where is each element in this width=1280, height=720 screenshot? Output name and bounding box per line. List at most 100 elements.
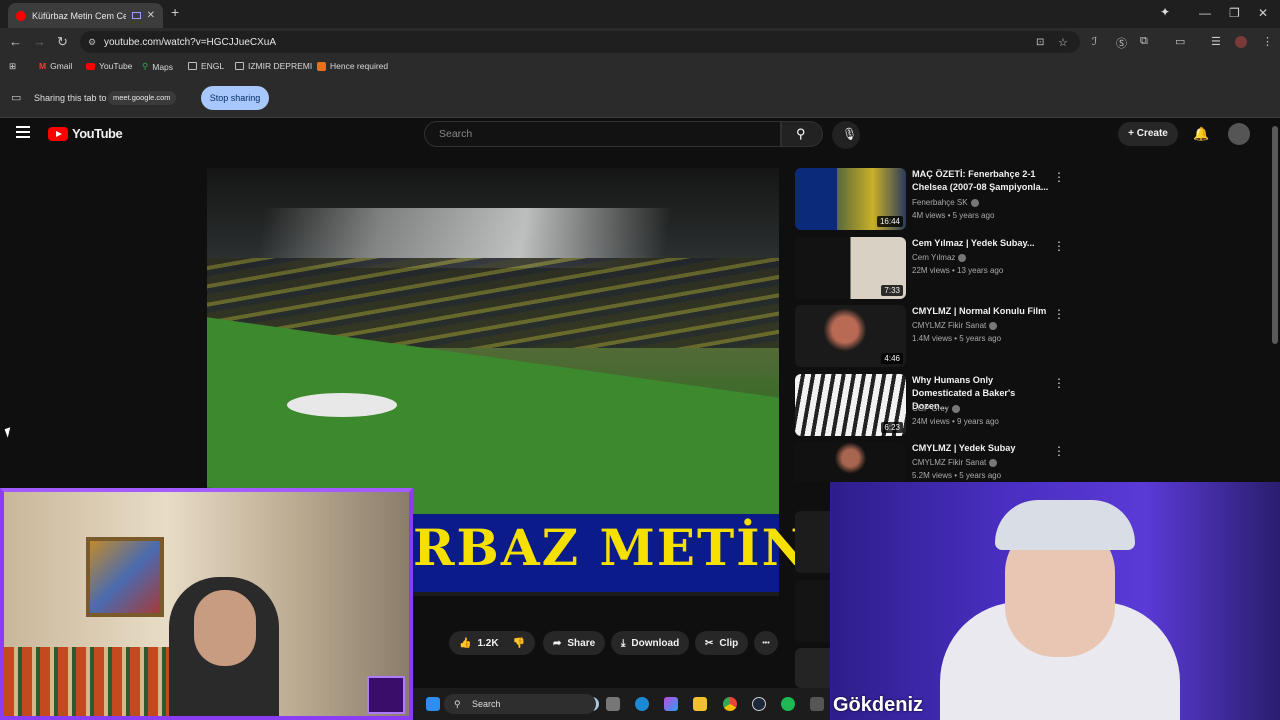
close-window-button[interactable]: ✕	[1258, 6, 1268, 20]
bookmark-folder-izmir[interactable]: IZMIR DEPREMI	[235, 61, 312, 71]
page-scrollbar[interactable]	[1272, 126, 1278, 344]
video-caption-text: RBAZ METİN	[413, 518, 810, 577]
profile-avatar-icon[interactable]	[1235, 36, 1247, 48]
stop-sharing-button[interactable]: Stop sharing	[201, 86, 269, 110]
dislike-button[interactable]: 👎	[513, 638, 525, 649]
recommendation-item[interactable]: 16:44 MAÇ ÖZETİ: Fenerbahçe 2-1 Chelsea …	[795, 168, 1075, 230]
url-text: youtube.com/watch?v=HGCJJueCXuA	[104, 36, 277, 48]
spotify-icon[interactable]	[781, 697, 795, 711]
channel-name[interactable]: Cem Yılmaz	[912, 253, 967, 262]
bookmark-folder-engl[interactable]: ENGL	[188, 61, 224, 71]
video-title[interactable]: Cem Yılmaz | Yedek Subay...	[912, 237, 1052, 250]
tab-title: Küfürbaz Metin Cem Cemin	[32, 10, 126, 21]
reload-icon[interactable]: ↻	[57, 34, 68, 50]
create-button[interactable]: + Create	[1118, 122, 1178, 146]
browser-toolbar: ← → ↻ ⚙ youtube.com/watch?v=HGCJJueCXuA …	[0, 28, 1280, 56]
channel-name[interactable]: CMYLMZ Fikir Sanat	[912, 458, 998, 467]
recommendation-item[interactable]: 6:23 Why Humans Only Domesticated a Bake…	[795, 374, 1075, 436]
maximize-button[interactable]: ❐	[1229, 6, 1240, 20]
video-thumbnail[interactable]	[795, 442, 906, 482]
bookmark-hence-required[interactable]: Hence required	[317, 61, 388, 71]
channel-label: CMYLMZ Fikir Sanat	[912, 458, 987, 467]
back-icon[interactable]: ←	[9, 34, 22, 49]
center-circle-ball-banner	[287, 393, 397, 417]
reading-list-icon[interactable]: ☰	[1211, 35, 1221, 48]
recommendation-item[interactable]: 7:33 Cem Yılmaz | Yedek Subay... Cem Yıl…	[795, 237, 1075, 299]
recommendation-item[interactable]: CMYLMZ | Yedek Subay CMYLMZ Fikir Sanat …	[795, 442, 1075, 482]
browser-tab[interactable]: Küfürbaz Metin Cem Cemin ✕	[8, 3, 163, 28]
windows-start-icon[interactable]	[426, 697, 440, 711]
video-thumbnail[interactable]: 7:33	[795, 237, 906, 299]
gemini-icon[interactable]: ✦	[1160, 5, 1170, 19]
voice-search-button[interactable]: 🎙	[832, 121, 860, 149]
share-button[interactable]: ➦ Share	[543, 631, 606, 655]
more-vert-icon[interactable]: ⋮	[1053, 444, 1065, 458]
more-vert-icon[interactable]: ⋮	[1053, 307, 1065, 321]
video-thumbnail[interactable]: 4:46	[795, 305, 906, 367]
channel-name[interactable]: CGP Grey	[912, 404, 960, 413]
video-meta: 4M views • 5 years ago	[912, 211, 995, 220]
taskbar-search-box[interactable]: ⚲ Search	[444, 694, 596, 714]
more-vert-icon[interactable]: ⋮	[1053, 239, 1065, 253]
account-avatar[interactable]	[1228, 123, 1250, 145]
app-icon[interactable]	[810, 697, 824, 711]
install-app-icon[interactable]: ⊡	[1036, 37, 1044, 48]
steam-icon[interactable]	[752, 697, 766, 711]
channel-name[interactable]: CMYLMZ Fikir Sanat	[912, 321, 998, 330]
video-duration: 4:46	[881, 353, 903, 364]
channel-name[interactable]: Fenerbahçe SK	[912, 198, 979, 207]
download-label: Download	[631, 637, 680, 649]
site-info-icon[interactable]: ⚙	[88, 37, 96, 48]
more-vert-icon[interactable]: ⋮	[1053, 376, 1065, 390]
recommendation-thumbnail-partial[interactable]	[795, 580, 830, 642]
address-bar[interactable]: ⚙ youtube.com/watch?v=HGCJJueCXuA ⊡ ☆	[80, 31, 1080, 53]
scissors-icon: ✂	[705, 637, 714, 649]
side-panel-icon[interactable]: ▭	[1175, 35, 1185, 48]
recommendation-thumbnail-partial[interactable]	[795, 511, 830, 573]
chrome-icon[interactable]	[723, 697, 737, 711]
close-tab-icon[interactable]: ✕	[147, 10, 155, 21]
extensions-puzzle-icon[interactable]: ⧉	[1140, 35, 1148, 48]
search-button[interactable]: ⚲	[781, 121, 823, 147]
video-thumbnail[interactable]: 6:23	[795, 374, 906, 436]
file-explorer-icon[interactable]	[693, 697, 707, 711]
more-vert-icon[interactable]: ⋮	[1053, 170, 1065, 184]
recommendation-thumbnail-partial[interactable]	[795, 648, 830, 688]
guest-cap	[995, 500, 1135, 550]
youtube-logo[interactable]: YouTube	[48, 126, 123, 141]
hamburger-menu-icon[interactable]	[16, 126, 30, 138]
bookmark-youtube[interactable]: YouTube	[86, 61, 132, 71]
browser-menu-icon[interactable]: ⋮	[1262, 35, 1273, 48]
video-title[interactable]: CMYLMZ | Normal Konulu Film	[912, 305, 1052, 318]
extension-s-icon[interactable]: Ⓢ	[1116, 35, 1127, 51]
clip-button[interactable]: ✂ Clip	[695, 631, 749, 655]
create-label: Create	[1136, 128, 1168, 139]
bookmark-gmail[interactable]: M Gmail	[39, 61, 72, 71]
new-tab-button[interactable]: +	[171, 4, 179, 20]
bookmark-star-icon[interactable]: ☆	[1058, 36, 1068, 49]
screen-share-icon: ▭	[11, 92, 22, 104]
sharing-target-chip: meet.google.com	[108, 91, 176, 105]
extension-icon[interactable]: ℐ	[1092, 35, 1097, 48]
video-thumbnail[interactable]: 16:44	[795, 168, 906, 230]
search-input[interactable]: Search	[424, 121, 781, 147]
task-view-icon[interactable]	[606, 697, 620, 711]
like-dislike-group: 👍 1.2K 👎	[449, 631, 535, 655]
more-actions-button[interactable]: •••	[754, 631, 778, 655]
like-button[interactable]: 👍 1.2K	[459, 638, 499, 649]
video-title[interactable]: MAÇ ÖZETİ: Fenerbahçe 2-1 Chelsea (2007-…	[912, 168, 1052, 194]
video-title[interactable]: CMYLMZ | Yedek Subay	[912, 442, 1052, 455]
apps-grid-icon[interactable]: ⊞	[9, 61, 16, 72]
forward-icon[interactable]: →	[33, 34, 46, 49]
minimize-button[interactable]: —	[1199, 6, 1211, 20]
youtube-header: YouTube Search ⚲ 🎙 + Create 🔔	[0, 118, 1280, 150]
edge-browser-icon[interactable]	[635, 697, 649, 711]
recommendation-item[interactable]: 4:46 CMYLMZ | Normal Konulu Film CMYLMZ …	[795, 305, 1075, 367]
copilot-icon[interactable]	[664, 697, 678, 711]
notifications-bell-icon[interactable]: 🔔	[1193, 126, 1209, 142]
verified-check-icon	[989, 458, 998, 467]
bookmark-maps[interactable]: ⚲ Maps	[142, 61, 173, 72]
channel-label: CGP Grey	[912, 404, 949, 413]
plaid-sofa	[4, 647, 184, 716]
download-button[interactable]: ⤓ Download	[611, 631, 690, 655]
